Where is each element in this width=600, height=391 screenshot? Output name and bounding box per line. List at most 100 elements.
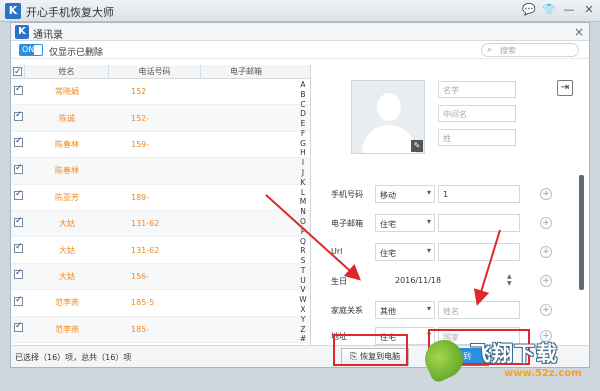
url-input[interactable]	[438, 243, 520, 261]
dialog-close-icon[interactable]: ×	[574, 25, 584, 39]
alphabet-letter[interactable]: P	[301, 228, 306, 236]
address-label: 地址	[331, 332, 347, 341]
avatar[interactable]: ✎	[351, 80, 425, 154]
url-label: Url	[331, 247, 343, 256]
contact-name: 大姑	[59, 219, 75, 229]
alphabet-letter[interactable]: Y	[301, 316, 306, 324]
email-input[interactable]	[438, 214, 520, 232]
column-header-name[interactable]: 姓名	[25, 65, 109, 78]
table-row[interactable]: 大姑 156-	[11, 263, 310, 291]
row-checkbox[interactable]	[14, 189, 23, 201]
phone-input[interactable]: 1	[438, 185, 520, 203]
row-checkbox[interactable]	[14, 110, 23, 122]
alphabet-letter[interactable]: K	[301, 179, 306, 187]
alphabet-letter[interactable]: V	[300, 286, 305, 294]
alphabet-letter[interactable]: A	[300, 81, 305, 89]
row-checkbox[interactable]	[14, 268, 23, 280]
minimize-icon[interactable]: —	[562, 3, 576, 17]
contact-name: 大姑	[59, 245, 75, 255]
row-checkbox[interactable]	[14, 84, 23, 95]
add-relation-icon[interactable]: +	[540, 304, 552, 316]
alphabet-letter[interactable]: #	[300, 335, 306, 343]
export-icon[interactable]: ⇥	[557, 80, 573, 96]
alphabet-letter[interactable]: B	[300, 91, 305, 99]
contact-phone: 185-	[131, 324, 150, 334]
row-checkbox[interactable]	[14, 163, 23, 174]
alphabet-letter[interactable]: Z	[300, 326, 305, 334]
restore-to-pc-button[interactable]: ⎘ 恢复到电脑	[341, 348, 409, 366]
first-name-field[interactable]: 名字	[438, 81, 516, 98]
alphabet-letter[interactable]: J	[302, 169, 304, 177]
leaf-logo-icon	[418, 333, 470, 385]
alphabet-letter[interactable]: U	[300, 277, 306, 285]
url-type-select[interactable]: 住宅	[375, 243, 435, 261]
search-placeholder: 搜索	[500, 46, 516, 55]
date-spinner-icon[interactable]: ▲ ▼	[507, 273, 517, 287]
alphabet-letter[interactable]: Q	[300, 237, 306, 246]
alphabet-letter[interactable]: M	[300, 198, 306, 206]
middle-name-field[interactable]: 中间名	[438, 105, 516, 122]
add-phone-icon[interactable]: +	[540, 188, 552, 200]
row-checkbox[interactable]	[14, 242, 23, 254]
alphabet-letter[interactable]: W	[299, 296, 306, 304]
birthday-input[interactable]: 2016/11/18	[391, 272, 521, 290]
table-row[interactable]: 范李燕 185-5	[11, 290, 310, 317]
alphabet-letter[interactable]: H	[300, 149, 306, 157]
pencil-icon[interactable]: ✎	[411, 140, 423, 152]
add-url-icon[interactable]: +	[540, 246, 552, 258]
phone-type-select[interactable]: 移动	[375, 185, 435, 203]
row-checkbox[interactable]	[14, 136, 23, 148]
relation-type-select[interactable]: 其他	[375, 301, 435, 319]
relation-name-input[interactable]: 姓名	[438, 301, 520, 319]
table-row[interactable]: 陈春林 159-	[11, 132, 310, 159]
birthday-label: 生日	[331, 277, 347, 286]
search-icon: ⌕	[487, 45, 493, 55]
deleted-only-toggle[interactable]: ON	[19, 44, 43, 56]
alphabet-letter[interactable]: T	[301, 267, 306, 275]
alphabet-letter[interactable]: S	[301, 257, 306, 265]
alphabet-letter[interactable]: E	[301, 120, 306, 128]
contact-name: 范李燕	[55, 298, 79, 308]
shirt-icon[interactable]: 👕	[542, 3, 556, 17]
table-row[interactable]: 大姑 131-62	[11, 237, 310, 264]
row-checkbox[interactable]	[14, 216, 23, 227]
alphabet-letter[interactable]: X	[300, 306, 305, 314]
table-row[interactable]: 范李燕 185-	[11, 316, 310, 343]
contacts-list: 姓名 电话号码 电子邮箱 常晓娟 152 陈诚 152- 陈春林 159- 陈春林陈亚芳 18…	[11, 65, 311, 345]
column-header-phone[interactable]: 电话号码	[109, 65, 201, 78]
column-header-email[interactable]: 电子邮箱	[201, 65, 291, 78]
table-row[interactable]: 大姑 131-62	[11, 210, 310, 238]
alphabet-letter[interactable]: I	[302, 159, 304, 167]
selection-status: 已选择（16）项，总共（16）项	[15, 353, 132, 362]
close-icon[interactable]: ✕	[582, 3, 596, 17]
contact-name: 陈亚芳	[55, 192, 79, 202]
dialog-title: 通讯录	[33, 30, 63, 41]
alphabet-letter[interactable]: O	[300, 218, 306, 226]
alphabet-letter[interactable]: C	[300, 101, 305, 109]
add-email-icon[interactable]: +	[540, 217, 552, 229]
row-checkbox[interactable]	[14, 295, 23, 306]
alphabet-letter[interactable]: R	[300, 247, 305, 255]
table-row[interactable]: 陈诚 152-	[11, 105, 310, 132]
contact-phone: 159-	[131, 139, 150, 149]
table-row[interactable]: 常晓娟 152	[11, 79, 310, 106]
alphabet-letter[interactable]: G	[300, 140, 306, 148]
alphabet-letter[interactable]: N	[300, 208, 306, 216]
alphabet-letter[interactable]: L	[301, 189, 305, 197]
contacts-dialog: K 通讯录 × ON 仅显示已删除 ⌕ 搜索 姓名 电话号码 电子邮箱 常晓娟 1…	[10, 22, 590, 368]
alphabet-letter[interactable]: F	[301, 130, 305, 138]
url-row: Url 住宅 +	[331, 243, 576, 261]
detail-scrollbar[interactable]	[579, 175, 584, 290]
relation-row: 家庭关系 其他 姓名 +	[331, 301, 576, 319]
add-date-icon[interactable]: +	[540, 275, 552, 287]
select-all-checkbox[interactable]	[13, 65, 22, 79]
table-row[interactable]: 陈春林	[11, 158, 310, 185]
search-input[interactable]: ⌕ 搜索	[481, 43, 579, 57]
chat-icon[interactable]: 💬	[522, 3, 536, 17]
email-type-select[interactable]: 住宅	[375, 214, 435, 232]
email-row: 电子邮箱 住宅 +	[331, 214, 576, 232]
alphabet-letter[interactable]: D	[300, 110, 306, 118]
row-checkbox[interactable]	[14, 321, 23, 333]
last-name-field[interactable]: 姓	[438, 129, 516, 146]
table-row[interactable]: 陈亚芳 189-	[11, 185, 310, 211]
